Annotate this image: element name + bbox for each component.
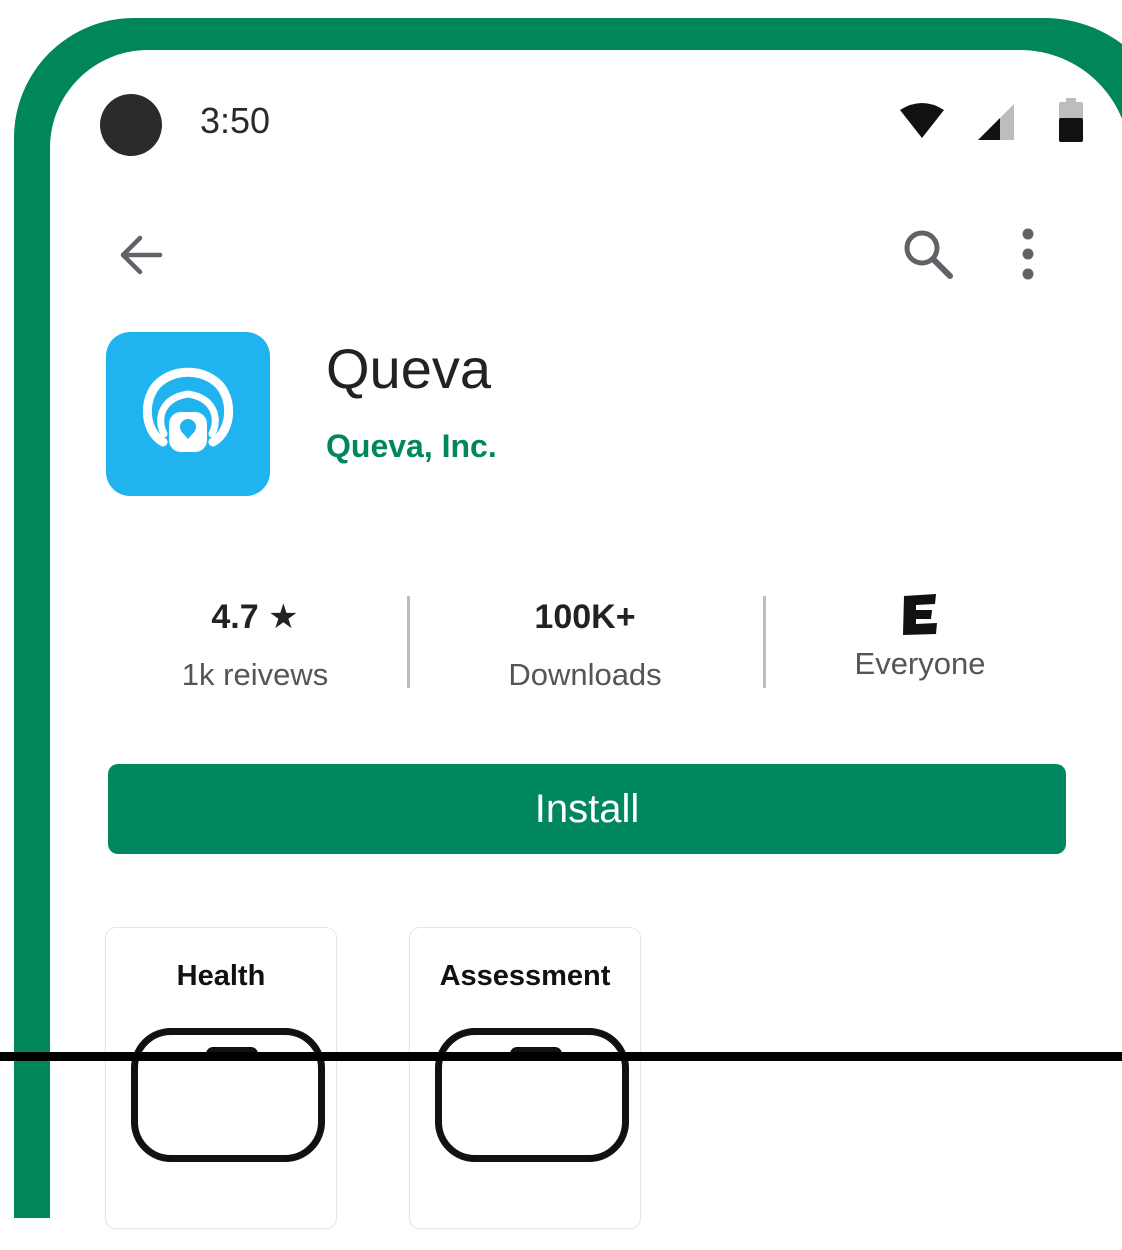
more-vert-icon[interactable] [1008, 222, 1048, 286]
phone-screen: 3:50 Queva Queva, Inc. 4.7 ★ 1k reivews … [50, 50, 1122, 1250]
esrb-e-icon [903, 594, 937, 636]
screenshot-caption: Assessment [439, 960, 611, 992]
screenshot-thumbnail[interactable]: Health [106, 928, 336, 1228]
stat-divider [407, 596, 410, 688]
wifi-icon [900, 103, 944, 138]
app-title: Queva [326, 337, 491, 400]
rating-label: 1k reivews [181, 657, 329, 692]
developer-link[interactable]: Queva, Inc. [326, 428, 497, 465]
status-time: 3:50 [200, 100, 271, 141]
content-rating-label: Everyone [854, 646, 986, 681]
install-button[interactable]: Install [108, 764, 1066, 854]
battery-icon [1059, 98, 1083, 142]
stat-divider [763, 596, 766, 688]
app-logo [142, 367, 234, 452]
screenshot-caption: Health [176, 960, 266, 992]
downloads-value: 100K+ [534, 598, 636, 636]
search-icon[interactable] [896, 222, 960, 286]
downloads-label: Downloads [508, 657, 662, 692]
rating-stat: 4.7 ★ 1k reivews [150, 595, 360, 693]
signal-icon [978, 104, 1014, 140]
rating-value: 4.7 [211, 598, 259, 636]
star-icon: ★ [268, 598, 299, 636]
screenshot-phone-mockup [131, 1028, 325, 1162]
screenshot-phone-mockup [435, 1028, 629, 1162]
content-rating-stat: E Everyone [820, 590, 1020, 682]
app-icon [106, 332, 270, 496]
camera-cutout [100, 94, 162, 156]
downloads-stat: 100K+ Downloads [480, 595, 690, 693]
screenshot-thumbnail[interactable]: Assessment [410, 928, 640, 1228]
frame-bottom-edge [0, 1052, 1122, 1061]
back-arrow-icon[interactable] [112, 225, 172, 285]
